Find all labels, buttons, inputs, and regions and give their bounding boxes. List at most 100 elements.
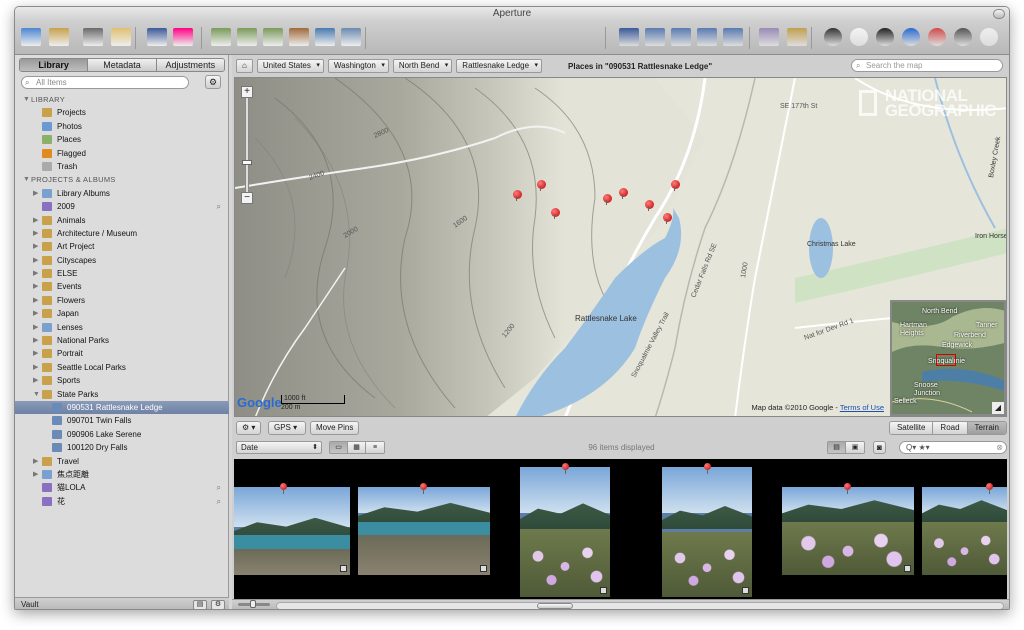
disclosure-icon[interactable]: ▶ (33, 347, 38, 360)
thumbnail-size-slider[interactable] (238, 600, 270, 608)
sidebar-item-flagged[interactable]: Flagged (15, 147, 229, 160)
project-item[interactable]: ▶ Lenses (15, 321, 229, 334)
rotate-right-icon[interactable] (235, 26, 259, 48)
project-item[interactable]: ▶ Portrait (15, 347, 229, 360)
disclosure-icon[interactable]: ▶ (33, 214, 38, 227)
flickr-icon[interactable] (171, 26, 195, 48)
browser-view-icon[interactable] (695, 26, 719, 48)
disclosure-icon[interactable]: ▶ (33, 321, 38, 334)
map-pin-icon[interactable] (551, 208, 560, 219)
smart-settings-icon[interactable]: ⌕ (217, 200, 221, 213)
map-search-input[interactable]: ⌕ Search the map (851, 59, 1003, 72)
minimap-viewport-frame[interactable] (936, 354, 956, 366)
disclosure-open-icon[interactable]: ▼ (33, 388, 40, 401)
projects-section-header[interactable]: ▼ PROJECTS & ALBUMS (15, 173, 229, 186)
project-item[interactable]: 猫LOLA ⌕ (15, 481, 229, 494)
project-item[interactable]: ▶ Art Project (15, 240, 229, 253)
zoom-out-icon[interactable]: − (241, 192, 253, 204)
filter-input[interactable]: Q▾ ★▾ ⊗ (899, 441, 1007, 454)
disclosure-icon[interactable]: ▶ (33, 334, 38, 347)
album-item[interactable]: 090531 Rattlesnake Ledge (15, 400, 229, 415)
sidebar-item-trash[interactable]: Trash (15, 160, 229, 173)
project-item[interactable]: ▶ Cityscapes (15, 254, 229, 267)
project-item[interactable]: ▶ Flowers (15, 294, 229, 307)
viewer-layout-icon[interactable]: ▣ (846, 442, 864, 453)
new-album-icon[interactable] (47, 26, 71, 48)
browser-layout-icon[interactable]: ▤ (828, 442, 846, 453)
project-item[interactable]: ▶ Events (15, 280, 229, 293)
photo-thumbnail[interactable] (922, 487, 1007, 575)
tab-adjustments[interactable]: Adjustments (156, 59, 224, 71)
disclosure-icon[interactable]: ▶ (33, 374, 38, 387)
project-item[interactable]: ▶ Seattle Local Parks (15, 361, 229, 374)
slideshow-icon[interactable] (847, 26, 871, 48)
vault-add-icon[interactable]: ▤ (193, 600, 207, 609)
map-pin-icon[interactable] (671, 180, 680, 191)
album-item[interactable]: 090906 Lake Serene (15, 428, 229, 441)
places-icon[interactable] (785, 26, 809, 48)
disclosure-open-icon[interactable]: ▼ (23, 93, 30, 106)
email-icon[interactable] (287, 26, 311, 48)
toolbar-toggle-button[interactable] (993, 9, 1005, 19)
sidebar-item-projects[interactable]: Projects (15, 106, 229, 119)
export-icon[interactable] (313, 26, 337, 48)
terrain-view-button[interactable]: Terrain (967, 422, 1006, 434)
import-icon[interactable] (19, 26, 43, 48)
map-pin-icon[interactable] (619, 188, 628, 199)
map-zoom-control[interactable]: + − (241, 86, 253, 206)
places-map[interactable]: Rattlesnake Lake Christmas Lake Iron Hor… (234, 77, 1007, 417)
crumb-place[interactable]: Rattlesnake Ledge (456, 59, 543, 73)
photo-thumbnail[interactable] (358, 487, 490, 575)
face-icon[interactable] (81, 26, 105, 48)
project-item[interactable]: 2009 ⌕ (15, 200, 229, 213)
map-pin-icon[interactable] (537, 180, 546, 191)
disclosure-icon[interactable]: ▶ (33, 307, 38, 320)
grid-view-icon[interactable] (669, 26, 693, 48)
stack-icon[interactable] (261, 26, 285, 48)
full-screen-icon[interactable] (951, 26, 975, 48)
project-item[interactable]: ▶ Sports (15, 374, 229, 387)
map-pin-icon[interactable] (663, 213, 672, 224)
info-icon[interactable] (873, 26, 897, 48)
rotate-left-icon[interactable] (209, 26, 233, 48)
viewer-icon[interactable] (617, 26, 641, 48)
map-pin-icon[interactable] (513, 190, 522, 201)
reject-icon[interactable] (925, 26, 949, 48)
grid-view-icon[interactable]: ▦ (348, 442, 366, 453)
zoom-slider-knob[interactable] (242, 160, 252, 165)
faces-icon[interactable] (757, 26, 781, 48)
project-item[interactable]: ▶ ELSE (15, 267, 229, 280)
camera-icon[interactable]: ◙ (873, 441, 886, 454)
sidebar-item-photos[interactable]: Photos (15, 120, 229, 133)
project-item[interactable]: 花 ⌕ (15, 495, 229, 508)
photo-thumbnail[interactable] (520, 467, 610, 597)
scrollbar-thumb[interactable] (537, 603, 573, 609)
filmstrip-icon[interactable] (721, 26, 745, 48)
map-pin-icon[interactable] (603, 194, 612, 205)
project-item[interactable]: ▶ National Parks (15, 334, 229, 347)
facebook-icon[interactable] (145, 26, 169, 48)
hud-icon[interactable] (977, 26, 1001, 48)
photo-thumbnail[interactable] (662, 467, 752, 597)
disclosure-icon[interactable]: ▶ (33, 280, 38, 293)
disclosure-icon[interactable]: ▶ (33, 227, 38, 240)
crumb-state[interactable]: Washington (327, 59, 389, 73)
project-item[interactable]: ▶ 焦点距離 (15, 468, 229, 481)
disclosure-open-icon[interactable]: ▼ (23, 173, 30, 186)
disclosure-icon[interactable]: ▶ (33, 455, 38, 468)
library-search-input[interactable]: ⌕ All Items (21, 76, 189, 89)
album-item[interactable]: 100120 Dry Falls (15, 441, 229, 454)
home-icon[interactable]: ⌂ (236, 59, 253, 73)
project-item[interactable]: ▶ Japan (15, 307, 229, 320)
inspector-icon[interactable] (899, 26, 923, 48)
project-item[interactable]: ▶ Library Albums (15, 187, 229, 200)
project-item[interactable]: ▶ Architecture / Museum (15, 227, 229, 240)
clear-filter-icon[interactable]: ⊗ (996, 442, 1003, 453)
tab-library[interactable]: Library (20, 59, 89, 71)
minimap-collapse-icon[interactable]: ◢ (992, 402, 1004, 414)
loupe-icon[interactable] (821, 26, 845, 48)
move-pins-button[interactable]: Move Pins (310, 421, 360, 435)
disclosure-icon[interactable]: ▶ (33, 267, 38, 280)
tab-metadata[interactable]: Metadata (88, 59, 157, 71)
tag-icon[interactable] (109, 26, 133, 48)
